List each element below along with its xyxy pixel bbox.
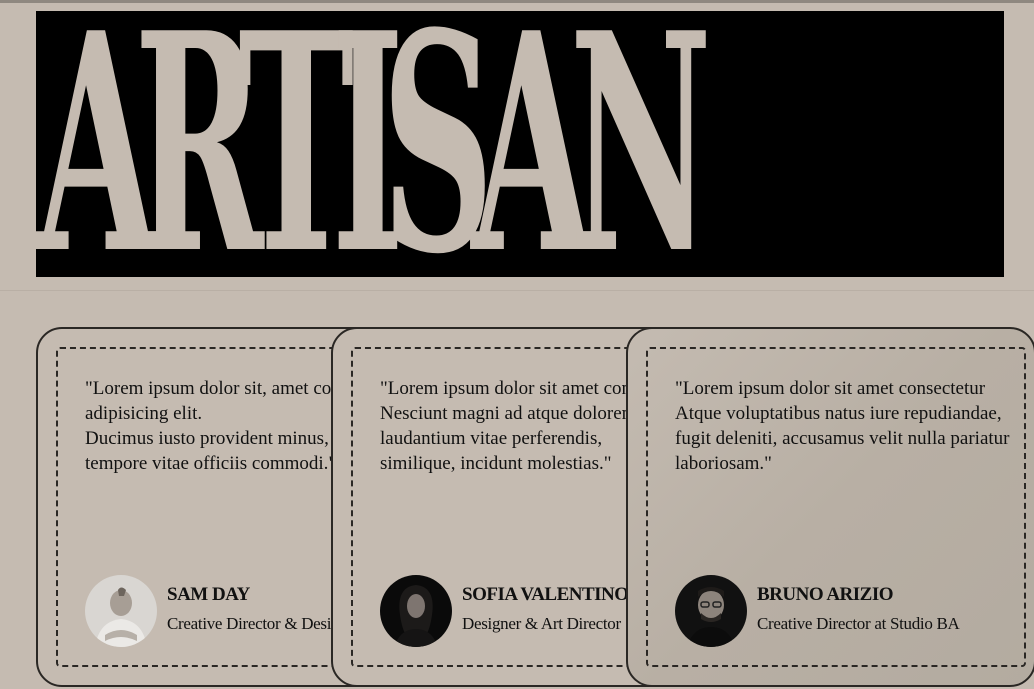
- author-role: Designer & Art Director: [462, 614, 621, 633]
- author-name: BRUNO ARIZIO: [757, 584, 894, 605]
- avatar-photo-icon: [85, 575, 157, 647]
- avatar: [380, 575, 452, 647]
- avatar-photo-icon: [380, 575, 452, 647]
- top-border-line: [0, 0, 1034, 3]
- author-name: SOFIA VALENTINO: [462, 584, 629, 605]
- testimonial-card-active[interactable]: "Lorem ipsum dolor sit amet consectetur …: [626, 327, 1034, 687]
- hero-banner: ARTISAN: [36, 11, 1004, 277]
- author-role: Creative Director at Studio BA: [757, 614, 960, 633]
- author-name: SAM DAY: [167, 584, 250, 605]
- section-divider: [0, 290, 1034, 291]
- avatar: [675, 575, 747, 647]
- avatar: [85, 575, 157, 647]
- avatar-photo-icon: [675, 575, 747, 647]
- testimonial-quote: "Lorem ipsum dolor sit amet consectetur …: [675, 378, 1010, 474]
- hero-title: ARTISAN: [36, 11, 712, 277]
